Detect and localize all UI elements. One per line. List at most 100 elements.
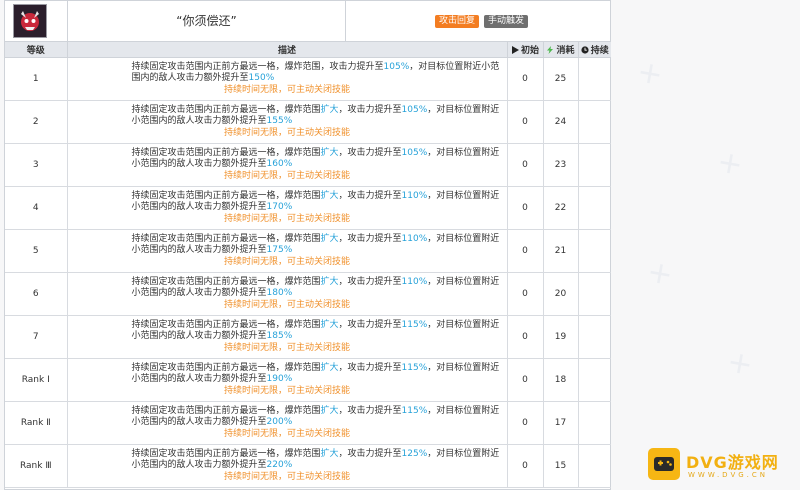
initial-sp-cell: 0 — [507, 272, 544, 316]
extra-atk-value: 175% — [266, 245, 293, 256]
gamepad-icon — [648, 448, 680, 480]
table-row: 6 持续固定攻击范围内正前方最远一格，爆炸范围扩大，攻击力提升至110%，对目标位… — [5, 272, 611, 316]
desc-text: 持续固定攻击范围内正前方最远一格，爆炸范围 — [131, 319, 321, 330]
duration-cell — [578, 143, 611, 187]
sp-cost-cell: 25 — [543, 57, 579, 101]
tag-manual-trigger: 手动触发 — [484, 15, 529, 28]
desc-text: 持续固定攻击范围内正前方最远一格，爆炸范围 — [131, 104, 321, 115]
desc-text: 持续固定攻击范围内正前方最远一格，爆炸范围 — [131, 233, 321, 244]
col-desc: 描述 — [67, 42, 508, 58]
description-cell: 持续固定攻击范围内正前方最远一格，爆炸范围扩大，攻击力提升至125%，对目标位置… — [67, 444, 508, 488]
skill-icon — [13, 4, 47, 38]
duration-cell — [578, 57, 611, 101]
level-cell: Rank Ⅱ — [5, 401, 68, 445]
atk-value: 110% — [401, 190, 428, 201]
extra-atk-value: 200% — [266, 417, 293, 428]
duration-cell — [578, 272, 611, 316]
desc-text: 持续固定攻击范围内正前方最远一格，爆炸范围 — [131, 362, 321, 373]
initial-sp-cell: 0 — [507, 444, 544, 488]
site-logo: DVG游戏网 WWW.DVG.CN — [648, 446, 798, 486]
skill-card: “你须偿还” 攻击回复 手动触发 等级 描述 初始 消耗 持续 1 持续固定攻击范… — [4, 0, 611, 490]
skill-header: “你须偿还” 攻击回复 手动触发 — [5, 1, 610, 42]
duration-note: 持续时间无限，可主动关闭技能 — [223, 299, 350, 310]
table-row: 4 持续固定攻击范围内正前方最远一格，爆炸范围扩大，攻击力提升至110%，对目标位… — [5, 186, 611, 230]
description-cell: 持续固定攻击范围内正前方最远一格，爆炸范围扩大，攻击力提升至110%，对目标位置… — [67, 186, 508, 230]
sp-cost-cell: 24 — [543, 100, 579, 144]
level-cell: 6 — [5, 272, 68, 316]
desc-text: 持续固定攻击范围内正前方最远一格，爆炸范围 — [131, 276, 321, 287]
sp-cost-cell: 17 — [543, 401, 579, 445]
desc-text: ，攻击力提升至 — [338, 190, 402, 201]
extra-atk-value: 170% — [266, 202, 293, 213]
description-cell: 持续固定攻击范围内正前方最远一格，爆炸范围扩大，攻击力提升至115%，对目标位置… — [67, 358, 508, 402]
level-cell: 2 — [5, 100, 68, 144]
duration-note: 持续时间无限，可主动关闭技能 — [223, 170, 350, 181]
desc-highlight-range: 扩大 — [320, 448, 339, 459]
clock-icon — [581, 46, 589, 54]
desc-highlight-range: 扩大 — [320, 362, 339, 373]
description-cell: 持续固定攻击范围内正前方最远一格，爆炸范围扩大，攻击力提升至105%，对目标位置… — [67, 100, 508, 144]
duration-note: 持续时间无限，可主动关闭技能 — [223, 342, 350, 353]
level-cell: Rank Ⅲ — [5, 444, 68, 488]
table-row: 7 持续固定攻击范围内正前方最远一格，爆炸范围扩大，攻击力提升至115%，对目标位… — [5, 315, 611, 359]
desc-text: ，攻击力提升至 — [338, 276, 402, 287]
extra-atk-value: 185% — [266, 331, 293, 342]
desc-highlight-range: 扩大 — [320, 319, 339, 330]
atk-value: 105% — [401, 147, 428, 158]
sp-cost-cell: 22 — [543, 186, 579, 230]
atk-value: 110% — [401, 233, 428, 244]
extra-atk-value: 160% — [266, 159, 293, 170]
description-cell: 持续固定攻击范围内正前方最远一格，爆炸范围扩大，攻击力提升至115%，对目标位置… — [67, 401, 508, 445]
description-cell: 持续固定攻击范围内正前方最远一格，爆炸范围扩大，攻击力提升至115%，对目标位置… — [67, 315, 508, 359]
desc-text: ，攻击力提升至 — [320, 61, 384, 72]
desc-text: 持续固定攻击范围内正前方最远一格，爆炸范围 — [131, 61, 321, 72]
table-row: 2 持续固定攻击范围内正前方最远一格，爆炸范围扩大，攻击力提升至105%，对目标位… — [5, 100, 611, 144]
duration-note: 持续时间无限，可主动关闭技能 — [223, 471, 350, 482]
tag-attack-recovery: 攻击回复 — [435, 15, 480, 28]
extra-atk-value: 190% — [266, 374, 293, 385]
desc-text: ，攻击力提升至 — [338, 362, 402, 373]
desc-highlight-range: 扩大 — [320, 147, 339, 158]
atk-value: 115% — [401, 405, 428, 416]
extra-atk-value: 155% — [266, 116, 293, 127]
sp-cost-cell: 20 — [543, 272, 579, 316]
col-level: 等级 — [5, 42, 68, 58]
description-cell: 持续固定攻击范围内正前方最远一格，爆炸范围扩大，攻击力提升至110%，对目标位置… — [67, 272, 508, 316]
initial-sp-cell: 0 — [507, 401, 544, 445]
duration-cell — [578, 186, 611, 230]
initial-sp-cell: 0 — [507, 143, 544, 187]
col-cost: 消耗 — [543, 42, 579, 58]
level-cell: 4 — [5, 186, 68, 230]
duration-cell — [578, 401, 611, 445]
level-cell: 5 — [5, 229, 68, 273]
desc-text: ，攻击力提升至 — [338, 319, 402, 330]
extra-atk-value: 150% — [248, 73, 275, 84]
level-cell: 3 — [5, 143, 68, 187]
table-row: Rank Ⅱ 持续固定攻击范围内正前方最远一格，爆炸范围扩大，攻击力提升至115%… — [5, 401, 611, 445]
duration-cell — [578, 444, 611, 488]
watermark: ✕ — [713, 146, 749, 184]
duration-note: 持续时间无限，可主动关闭技能 — [223, 84, 350, 95]
atk-value: 110% — [401, 276, 428, 287]
atk-value: 125% — [401, 448, 428, 459]
table-row: 1 持续固定攻击范围内正前方最远一格，爆炸范围，攻击力提升至105%，对目标位置附… — [5, 57, 611, 101]
skill-name: “你须偿还” — [176, 14, 237, 28]
desc-text: 持续固定攻击范围内正前方最远一格，爆炸范围 — [131, 147, 321, 158]
table-row: 5 持续固定攻击范围内正前方最远一格，爆炸范围扩大，攻击力提升至110%，对目标位… — [5, 229, 611, 273]
desc-highlight-range: 扩大 — [320, 233, 339, 244]
duration-cell — [578, 229, 611, 273]
duration-note: 持续时间无限，可主动关闭技能 — [223, 127, 350, 138]
initial-sp-cell: 0 — [507, 57, 544, 101]
table-row: 3 持续固定攻击范围内正前方最远一格，爆炸范围扩大，攻击力提升至105%，对目标位… — [5, 143, 611, 187]
desc-text: ，攻击力提升至 — [338, 405, 402, 416]
initial-sp-cell: 0 — [507, 229, 544, 273]
sp-cost-cell: 15 — [543, 444, 579, 488]
watermark: ✕ — [723, 346, 759, 384]
table-header-row: 等级 描述 初始 消耗 持续 — [5, 42, 611, 58]
extra-atk-value: 220% — [266, 460, 293, 471]
brand-name: DVG游戏网 — [686, 453, 779, 472]
desc-highlight-range: 扩大 — [320, 276, 339, 287]
desc-text: 持续固定攻击范围内正前方最远一格，爆炸范围 — [131, 405, 321, 416]
description-cell: 持续固定攻击范围内正前方最远一格，爆炸范围扩大，攻击力提升至105%，对目标位置… — [67, 143, 508, 187]
desc-text: ，攻击力提升至 — [338, 233, 402, 244]
